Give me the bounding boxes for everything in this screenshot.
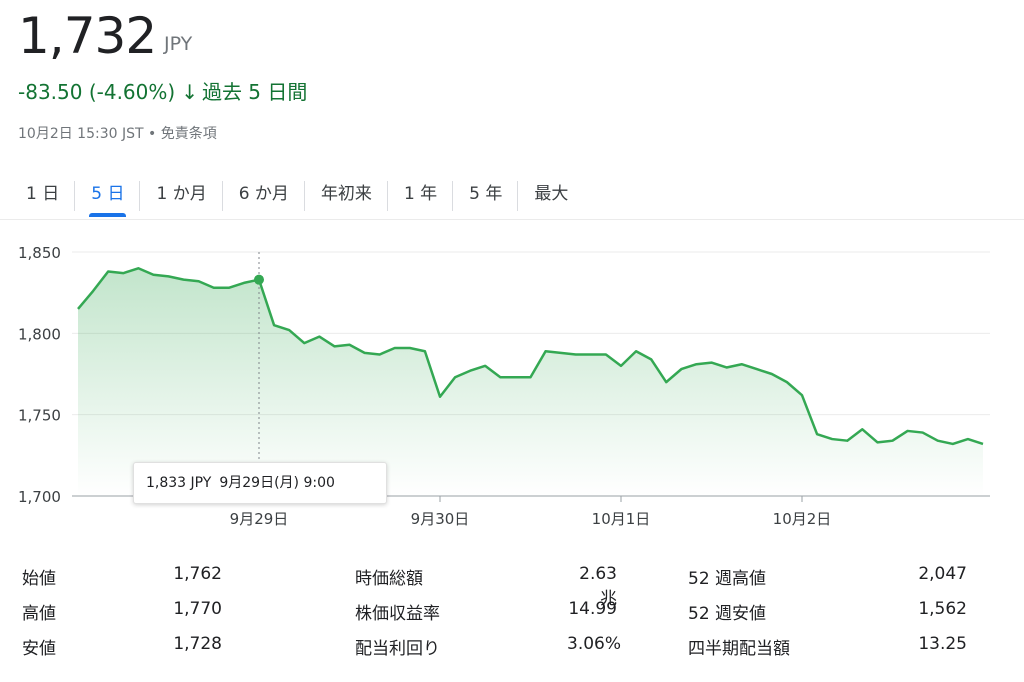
tab-range[interactable]: 1 か月 [140, 175, 223, 213]
y-tick-label: 1,700 [18, 488, 61, 506]
currency-label: JPY [164, 33, 193, 55]
stat-value: 14.99 [568, 599, 617, 619]
stat-label: 時価総額 [355, 569, 423, 589]
current-price: 1,732 [18, 7, 157, 65]
stat-value: 1,762 [173, 564, 222, 584]
y-tick-label: 1,750 [18, 407, 61, 425]
price-change: -83.50 (-4.60%) ↓ 過去 5 日間 [18, 76, 307, 105]
stat-label: 始値 [22, 569, 56, 589]
stats-table: 始値 1,762 時価総額 2.63兆 52 週高値 2,047 高値 1,770 株価収益率 1… [22, 560, 1002, 665]
stat-value: 1,770 [173, 599, 222, 619]
stat-value: 2,047 [918, 564, 967, 584]
tooltip-value: 1,833 JPY [146, 475, 212, 491]
timestamp-line: 10月2日 15:30 JST • 免責条項 [18, 126, 217, 142]
stat-value: 13.25 [918, 634, 967, 654]
y-tick-label: 1,800 [18, 325, 61, 343]
chart-tooltip: 1,833 JPY 9月29日(月) 9:00 [133, 462, 387, 504]
stats-row: 高値 1,770 株価収益率 14.99 52 週安値 1,562 [22, 595, 1002, 630]
x-tick-label: 9月29日 [230, 510, 289, 528]
stats-row: 安値 1,728 配当利回り 3.06% 四半期配当額 13.25 [22, 630, 1002, 665]
tab-range[interactable]: 最大 [518, 175, 584, 213]
x-tick-label: 10月2日 [773, 510, 832, 528]
stat-label: 株価収益率 [355, 604, 440, 624]
timestamp: 10月2日 15:30 JST [18, 126, 144, 142]
tab-divider [0, 219, 1024, 220]
stats-row: 始値 1,762 時価総額 2.63兆 52 週高値 2,047 [22, 560, 1002, 609]
stat-value: 1,562 [918, 599, 967, 619]
down-arrow-icon: ↓ [181, 80, 198, 104]
disclaimer-link[interactable]: 免責条項 [161, 126, 217, 142]
tab-range[interactable]: 1 日 [10, 175, 76, 213]
stat-label: 52 週安値 [688, 604, 767, 624]
stat-label: 高値 [22, 604, 56, 624]
range-tabs: 1 日5 日1 か月 6 か月 年初来 1 年5 年最大 [10, 175, 584, 217]
change-value: -83.50 (-4.60%) [18, 80, 176, 104]
stat-value: 3.06% [567, 634, 622, 654]
x-tick-label: 10月1日 [592, 510, 651, 528]
y-tick-label: 1,850 [18, 244, 61, 262]
tooltip-datetime: 9月29日(月) 9:00 [219, 475, 335, 491]
tab-range[interactable]: 5 日 [75, 175, 141, 217]
tab-range[interactable]: 年初来 [305, 175, 388, 213]
stat-value: 1,728 [173, 634, 222, 654]
tab-range[interactable]: 6 か月 [223, 175, 306, 213]
highlight-point [254, 274, 264, 285]
change-period: 過去 5 日間 [201, 80, 308, 104]
active-tab-indicator [89, 213, 127, 217]
stat-label: 配当利回り [355, 639, 440, 659]
stat-label: 52 週高値 [688, 569, 767, 589]
tab-range[interactable]: 5 年 [453, 175, 519, 213]
x-tick-label: 9月30日 [411, 510, 470, 528]
stat-label: 四半期配当額 [688, 639, 790, 659]
tab-range[interactable]: 1 年 [388, 175, 454, 213]
stat-label: 安値 [22, 639, 56, 659]
